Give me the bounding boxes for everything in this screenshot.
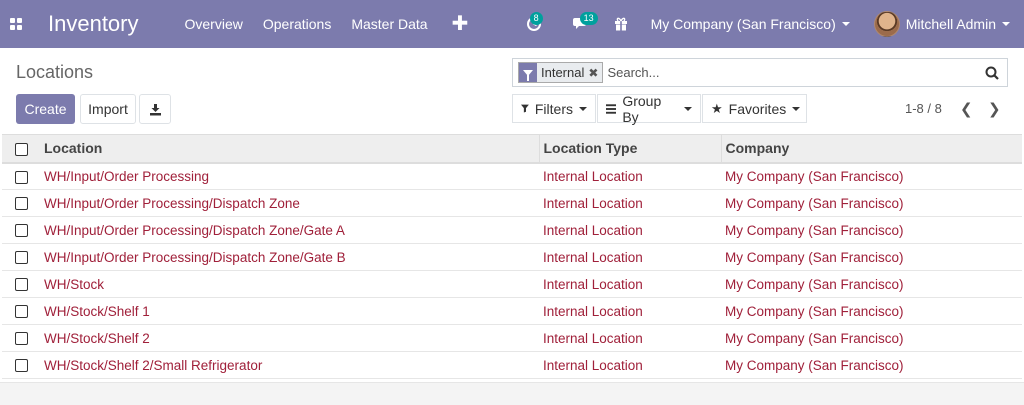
menu-item-overview[interactable]: Overview [185, 16, 243, 32]
cell-company[interactable]: My Company (San Francisco) [721, 325, 1022, 352]
menu-item-master-data[interactable]: Master Data [351, 16, 427, 32]
company-name: My Company (San Francisco) [650, 16, 836, 32]
column-header-location[interactable]: Location [40, 135, 539, 163]
top-navbar: Inventory Overview Operations Master Dat… [0, 0, 1024, 48]
bars-icon [606, 103, 617, 114]
apps-menu-icon[interactable] [0, 0, 32, 48]
activity-badge: 8 [529, 12, 543, 25]
facet-label: Internal [541, 65, 585, 80]
table-row[interactable]: WH/Stock Internal Location My Company (S… [2, 271, 1022, 298]
cell-location[interactable]: WH/Stock/Shelf 2 [40, 325, 539, 352]
gift-icon [614, 17, 627, 31]
chevron-right-icon[interactable]: ❯ [988, 100, 1001, 118]
cell-location-type[interactable]: Internal Location [539, 190, 721, 217]
plus-icon[interactable]: ✚ [452, 14, 469, 34]
filter-facet: Internal ✖ [518, 62, 604, 83]
systray: 8 13 My Company (San Francisco) Mitchell… [521, 0, 1024, 48]
main-menu: Overview Operations Master Data [185, 16, 428, 32]
cell-company[interactable]: My Company (San Francisco) [721, 271, 1022, 298]
row-checkbox[interactable] [2, 352, 40, 379]
table-row[interactable]: WH/Stock/Shelf 1 Internal Location My Co… [2, 298, 1022, 325]
table-row[interactable]: WH/Input/Order Processing Internal Locat… [2, 163, 1022, 190]
messaging-menu[interactable]: 13 [567, 0, 598, 48]
favorites-label: Favorites [728, 100, 787, 117]
cell-location[interactable]: WH/Stock [40, 271, 539, 298]
close-icon[interactable]: ✖ [588, 63, 602, 82]
groupby-dropdown[interactable]: Group By [597, 92, 701, 125]
table-row[interactable]: WH/Stock/Shelf 2/Small Refrigerator Inte… [2, 352, 1022, 379]
row-checkbox[interactable] [2, 298, 40, 325]
menu-item-operations[interactable]: Operations [263, 16, 331, 32]
cell-company[interactable]: My Company (San Francisco) [721, 298, 1022, 325]
row-checkbox[interactable] [2, 244, 40, 271]
cell-company[interactable]: My Company (San Francisco) [721, 244, 1022, 271]
row-checkbox[interactable] [2, 271, 40, 298]
row-checkbox[interactable] [2, 163, 40, 190]
activity-menu[interactable]: 8 [521, 0, 547, 48]
chevron-down-icon [684, 106, 692, 111]
filters-label: Filters [534, 100, 573, 117]
table-row[interactable]: WH/Input/Order Processing/Dispatch Zone/… [2, 217, 1022, 244]
row-checkbox[interactable] [2, 217, 40, 244]
cell-location[interactable]: WH/Input/Order Processing/Dispatch Zone [40, 190, 539, 217]
cell-location[interactable]: WH/Stock/Shelf 1 [40, 298, 539, 325]
cell-location-type[interactable]: Internal Location [539, 217, 721, 244]
table-row[interactable]: WH/Stock/Shelf 2 Internal Location My Co… [2, 325, 1022, 352]
import-button[interactable]: Import [80, 94, 136, 124]
cell-location-type[interactable]: Internal Location [539, 298, 721, 325]
cell-company[interactable]: My Company (San Francisco) [721, 163, 1022, 190]
chevron-down-icon [841, 22, 850, 26]
cell-location[interactable]: WH/Input/Order Processing/Dispatch Zone/… [40, 217, 539, 244]
row-checkbox[interactable] [2, 190, 40, 217]
column-header-company[interactable]: Company [720, 134, 1022, 163]
cell-location[interactable]: WH/Input/Order Processing [40, 163, 539, 190]
list-footer [0, 382, 1024, 405]
chevron-down-icon [579, 106, 587, 111]
page-title: Locations [16, 62, 94, 82]
avatar [873, 11, 900, 37]
cell-location[interactable]: WH/Input/Order Processing/Dispatch Zone/… [40, 244, 539, 271]
cell-company[interactable]: My Company (San Francisco) [721, 352, 1022, 379]
groupby-label: Group By [622, 92, 662, 125]
create-button[interactable]: Create [16, 94, 75, 124]
table-row[interactable]: WH/Input/Order Processing/Dispatch Zone … [2, 190, 1022, 217]
search-bar: Internal ✖ [512, 58, 1008, 87]
cell-company[interactable]: My Company (San Francisco) [721, 190, 1022, 217]
user-name: Mitchell Admin [905, 16, 996, 32]
filter-icon [519, 63, 537, 82]
download-icon [149, 103, 161, 115]
cell-company[interactable]: My Company (San Francisco) [721, 217, 1022, 244]
gift-menu[interactable] [611, 0, 631, 48]
download-button[interactable] [139, 94, 171, 124]
pager-value[interactable]: 1-8 / 8 [905, 101, 942, 116]
chevron-down-icon [1002, 22, 1010, 26]
filter-icon [521, 104, 529, 113]
favorites-dropdown[interactable]: ★ Favorites [702, 94, 807, 123]
chevron-down-icon [792, 106, 801, 111]
table-row[interactable]: WH/Input/Order Processing/Dispatch Zone/… [2, 244, 1022, 271]
messages-badge: 13 [579, 12, 598, 25]
filters-dropdown[interactable]: Filters [512, 94, 596, 123]
cell-location-type[interactable]: Internal Location [539, 352, 721, 379]
app-title[interactable]: Inventory [48, 11, 139, 37]
cell-location-type[interactable]: Internal Location [539, 325, 721, 352]
chevron-left-icon[interactable]: ❮ [960, 100, 973, 118]
cell-location-type[interactable]: Internal Location [539, 244, 721, 271]
search-input[interactable] [607, 65, 977, 80]
user-menu[interactable]: Mitchell Admin [873, 11, 1010, 37]
company-switcher[interactable]: My Company (San Francisco) [651, 16, 850, 32]
locations-table: Location Location Type Company WH/Input/… [2, 134, 1022, 379]
star-icon: ★ [711, 100, 723, 116]
select-all-checkbox[interactable] [2, 135, 40, 163]
table-header-row: Location Location Type Company [2, 134, 1022, 163]
cell-location[interactable]: WH/Stock/Shelf 2/Small Refrigerator [40, 352, 539, 379]
cell-location-type[interactable]: Internal Location [539, 271, 721, 298]
column-header-location-type[interactable]: Location Type [538, 134, 721, 163]
row-checkbox[interactable] [2, 325, 40, 352]
cell-location-type[interactable]: Internal Location [539, 163, 721, 190]
search-icon[interactable] [977, 66, 1007, 80]
